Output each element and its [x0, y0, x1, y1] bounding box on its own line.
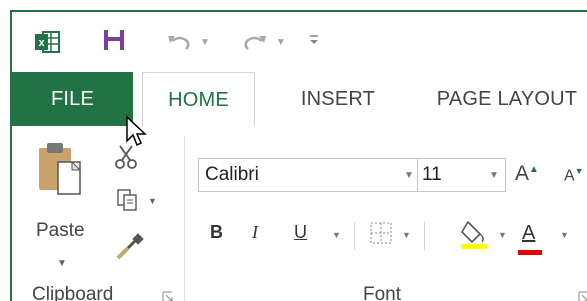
dialog-launcher-icon[interactable] [162, 291, 173, 301]
excel-icon[interactable]: x [34, 29, 60, 55]
decrease-font-size-button[interactable]: A▼ [564, 166, 584, 185]
font-color-button[interactable]: A [522, 222, 535, 245]
font-size-dropdown[interactable]: 11 ▼ [418, 158, 506, 192]
ribbon-home: Paste ▼ ▼ Clipboard Calibri ▼ 11 ▼ A▲ A▼… [12, 126, 587, 301]
paste-button[interactable]: Paste ▼ [32, 140, 92, 278]
bold-button[interactable]: B [210, 222, 223, 243]
fill-color-icon[interactable] [460, 218, 490, 250]
mouse-cursor-icon [126, 115, 147, 147]
shrink-font-icon: A [564, 167, 575, 185]
underline-button[interactable]: U [294, 222, 307, 243]
grow-font-icon: A [515, 162, 530, 185]
customize-qat-icon[interactable] [308, 33, 320, 52]
clipboard-tools: ▼ [104, 140, 164, 270]
chevron-down-icon[interactable]: ▼ [332, 230, 341, 240]
chevron-down-icon[interactable]: ▼ [401, 170, 417, 181]
chevron-down-icon[interactable]: ▼ [276, 37, 286, 48]
dialog-launcher-icon[interactable] [578, 291, 587, 301]
chevron-down-icon[interactable]: ▼ [200, 37, 210, 48]
redo-button[interactable]: ▼ [242, 32, 286, 52]
chevron-down-icon[interactable]: ▼ [148, 196, 157, 206]
excel-window: x ▼ ▼ FILE HOME INSERT PAGE LAYOUT Paste… [10, 10, 587, 301]
tab-insert[interactable]: INSERT [290, 72, 386, 126]
tab-file[interactable]: FILE [12, 72, 133, 126]
undo-icon [168, 36, 190, 50]
italic-button[interactable]: I [252, 222, 258, 243]
paste-label: Paste [36, 220, 85, 241]
paste-icon [39, 143, 82, 195]
group-separator [184, 136, 185, 301]
clipboard-group-label: Clipboard [32, 284, 114, 301]
tab-page-layout[interactable]: PAGE LAYOUT [422, 72, 587, 126]
chevron-down-icon[interactable]: ▼ [57, 258, 67, 269]
font-name-dropdown[interactable]: Calibri ▼ [198, 158, 418, 192]
svg-text:x: x [38, 37, 45, 49]
font-group-label: Font [363, 284, 402, 301]
redo-icon [244, 36, 266, 50]
ribbon-tabs: FILE HOME INSERT PAGE LAYOUT [12, 72, 587, 186]
copy-icon[interactable] [116, 188, 140, 212]
format-separator [424, 222, 425, 250]
chevron-down-icon[interactable]: ▼ [483, 170, 505, 181]
font-size-value: 11 [422, 164, 442, 185]
font-color-label: A [522, 222, 536, 244]
save-icon[interactable] [102, 28, 126, 57]
font-name-value: Calibri [205, 164, 259, 185]
borders-icon[interactable] [368, 220, 394, 246]
increase-font-size-button[interactable]: A▲ [515, 162, 539, 186]
chevron-down-icon[interactable]: ▼ [560, 230, 569, 240]
font-color-swatch [518, 250, 542, 255]
format-painter-icon[interactable] [114, 232, 144, 262]
quick-access-toolbar: x ▼ ▼ [12, 12, 587, 72]
chevron-down-icon[interactable]: ▼ [498, 230, 507, 240]
format-separator [354, 222, 355, 250]
undo-button[interactable]: ▼ [166, 32, 210, 52]
tab-home[interactable]: HOME [142, 72, 255, 128]
chevron-down-icon[interactable]: ▼ [402, 230, 411, 240]
